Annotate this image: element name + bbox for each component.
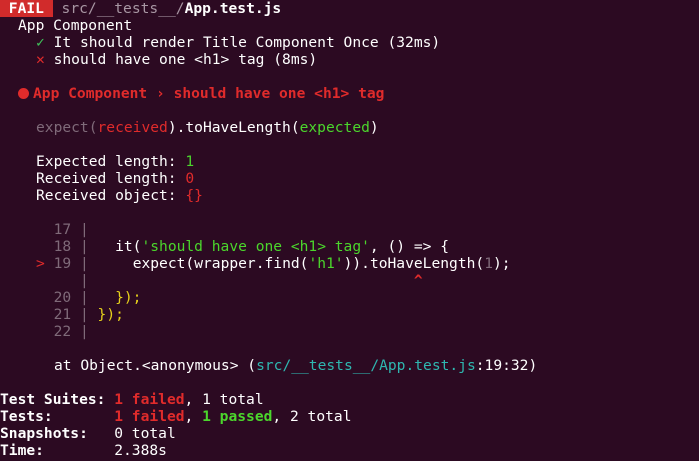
stack-trace-line: at Object.<anonymous> (src/__tests__/App… [54, 357, 537, 374]
code-string: 'h1' [308, 255, 344, 272]
line-number: 20 [36, 289, 80, 306]
line-number: 19 [54, 255, 80, 272]
matcher-hint-part: ).toHaveLength( [167, 119, 300, 136]
matcher-hint-part: ) [369, 119, 379, 136]
line-number-text: 22 [53, 323, 72, 340]
summary-snapshots: Snapshots: 0 total [0, 425, 176, 442]
code-token: }); [97, 306, 124, 323]
line-number-text: 18 [53, 238, 72, 255]
fail-badge: FAIL [0, 0, 53, 17]
cross-icon: ✕ [36, 51, 45, 68]
fail-badge-label: FAIL [8, 0, 44, 17]
gutter-pipe: | [79, 306, 89, 323]
stack-trace-path[interactable]: src/__tests__/App.test.js [256, 357, 476, 374]
suite-name: App Component [18, 17, 133, 34]
expected-length-line: Expected length: 1 [36, 153, 194, 170]
code-token: , () => { [369, 238, 449, 255]
code-caret-line: | ^ [36, 272, 423, 289]
line-number: 17 [36, 221, 80, 238]
gutter-pipe: | [79, 255, 89, 272]
matcher-hint-part: expect( [36, 119, 98, 136]
line-number-text: 20 [53, 289, 72, 306]
stack-trace-prefix: at Object.<anonymous> ( [54, 357, 257, 374]
summary-failed: 1 failed [114, 391, 185, 408]
code-token: it( [115, 238, 142, 255]
received-length-line: Received length: 0 [36, 170, 194, 187]
matcher-hint-received: received [97, 119, 168, 136]
expected-length-label: Expected length: [36, 153, 186, 170]
code-number: 1 [484, 255, 493, 272]
line-number-text: 17 [53, 221, 72, 238]
gutter-pipe: | [79, 221, 89, 238]
code-token: ); [492, 255, 511, 272]
test-file-dir: src/__tests__/ [61, 0, 185, 17]
received-object-value: {} [185, 187, 203, 204]
gutter-pipe: | [79, 272, 89, 289]
summary-passed: 1 passed [202, 408, 273, 425]
summary-failed: 1 failed [114, 408, 185, 425]
summary-time: Time: 2.388s [0, 442, 167, 459]
gutter-pipe: | [79, 323, 89, 340]
summary-label: Tests: [0, 408, 115, 425]
received-length-label: Received length: [36, 170, 186, 187]
failure-title: App Component › should have one <h1> tag [18, 85, 384, 102]
terminal-window: FAIL src/__tests__/App.test.js App Compo… [0, 0, 699, 461]
test-result-passed: ✓ It should render Title Component Once … [36, 34, 440, 51]
received-object-label: Received object: [36, 187, 186, 204]
line-number-text: 21 [53, 306, 72, 323]
summary-label: Snapshots: [0, 425, 115, 442]
code-token: }); [115, 289, 142, 306]
summary-label: Test Suites: [0, 391, 115, 408]
code-line-22: 22 | [36, 323, 89, 340]
received-object-line: Received object: {} [36, 187, 203, 204]
received-length-value: 0 [185, 170, 195, 187]
stack-trace-suffix: :19:32) [475, 357, 538, 374]
summary-total: , 2 total [272, 408, 352, 425]
code-token: expect(wrapper.find( [132, 255, 309, 272]
test-result-failed: ✕ should have one <h1> tag (8ms) [36, 51, 317, 68]
test-file-name: App.test.js [184, 0, 282, 17]
code-line-18: 18 | it('should have one <h1> tag', () =… [36, 238, 449, 255]
test-result-text: should have one <h1> tag (8ms) [53, 51, 318, 68]
code-line-19: > 19 | expect(wrapper.find('h1')).toHave… [36, 255, 511, 272]
line-number-text: 19 [53, 255, 72, 272]
code-line-21: 21 | }); [36, 306, 124, 323]
summary-label: Time: [0, 442, 115, 459]
line-number: 22 [36, 323, 80, 340]
test-result-text: It should render Title Component Once (3… [53, 34, 441, 51]
code-line-20: 20 | }); [36, 289, 142, 306]
gutter-pipe: | [79, 289, 89, 306]
gutter-pipe: | [79, 238, 89, 255]
line-number: 18 [36, 238, 80, 255]
expected-length-value: 1 [185, 153, 195, 170]
summary-total: , 1 total [184, 391, 264, 408]
failure-title-text: App Component › should have one <h1> tag [33, 85, 385, 102]
line-number: 21 [36, 306, 80, 323]
error-caret: ^ [413, 272, 423, 289]
summary-test-suites: Test Suites: 1 failed, 1 total [0, 391, 264, 408]
matcher-hint-expected: expected [299, 119, 370, 136]
summary-separator: , [184, 408, 203, 425]
error-line-marker: > [36, 255, 45, 272]
code-string: 'should have one <h1> tag' [141, 238, 370, 255]
summary-value: 0 total [114, 425, 176, 442]
summary-value: 2.388s [114, 442, 167, 459]
test-file-header: FAIL src/__tests__/App.test.js [0, 0, 281, 17]
code-token: )). [343, 255, 370, 272]
check-icon: ✓ [36, 34, 45, 51]
code-token: ( [475, 255, 485, 272]
code-line-17: 17 | [36, 221, 89, 238]
matcher-hint: expect(received).toHaveLength(expected) [36, 119, 379, 136]
code-method: toHaveLength [369, 255, 476, 272]
failure-bullet-icon [18, 88, 29, 99]
summary-tests: Tests: 1 failed, 1 passed, 2 total [0, 408, 351, 425]
